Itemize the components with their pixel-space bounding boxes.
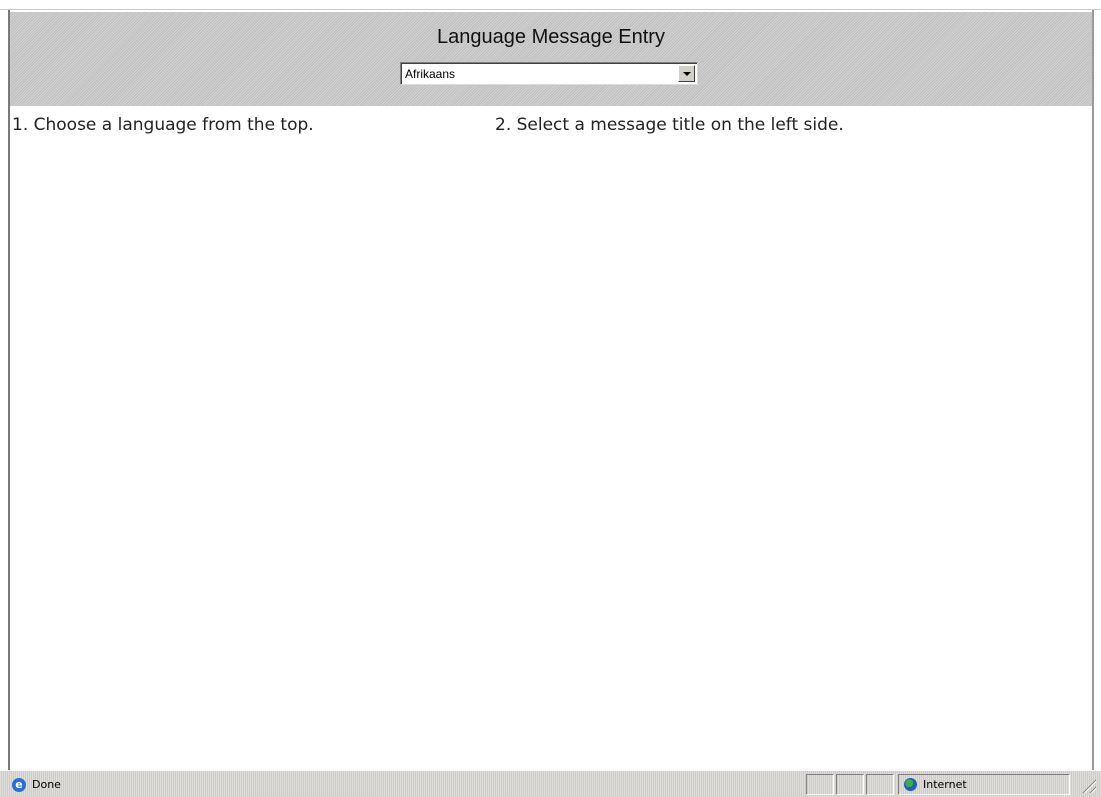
status-main-pane: e Done: [6, 774, 796, 794]
language-select[interactable]: Afrikaans: [400, 62, 698, 85]
browser-window: Language Message Entry Afrikaans 1. Choo…: [0, 0, 1101, 797]
status-text: Done: [32, 778, 61, 791]
status-cell-3: [866, 774, 894, 795]
content-area: 1. Choose a language from the top. 2. Se…: [10, 106, 1092, 770]
status-cell-1: [806, 774, 834, 795]
right-frame-border: [1092, 10, 1101, 770]
status-cell-2: [836, 774, 864, 795]
instruction-step-2: 2. Select a message title on the left si…: [495, 115, 844, 135]
page-title: Language Message Entry: [437, 26, 665, 48]
left-frame-border: [0, 10, 10, 770]
chevron-down-icon: [683, 72, 691, 76]
status-bar: e Done Internet: [0, 770, 1101, 797]
globe-icon: [904, 778, 917, 791]
security-zone[interactable]: Internet: [898, 774, 1070, 795]
language-select-value: Afrikaans: [405, 67, 456, 81]
window-top-edge: [0, 0, 1101, 10]
instruction-step-1: 1. Choose a language from the top.: [12, 115, 314, 135]
zone-label: Internet: [923, 778, 967, 791]
dropdown-button[interactable]: [678, 65, 695, 82]
ie-page-icon: e: [12, 778, 26, 792]
resize-grip[interactable]: [1080, 777, 1096, 793]
header-frame: Language Message Entry Afrikaans: [10, 12, 1092, 106]
